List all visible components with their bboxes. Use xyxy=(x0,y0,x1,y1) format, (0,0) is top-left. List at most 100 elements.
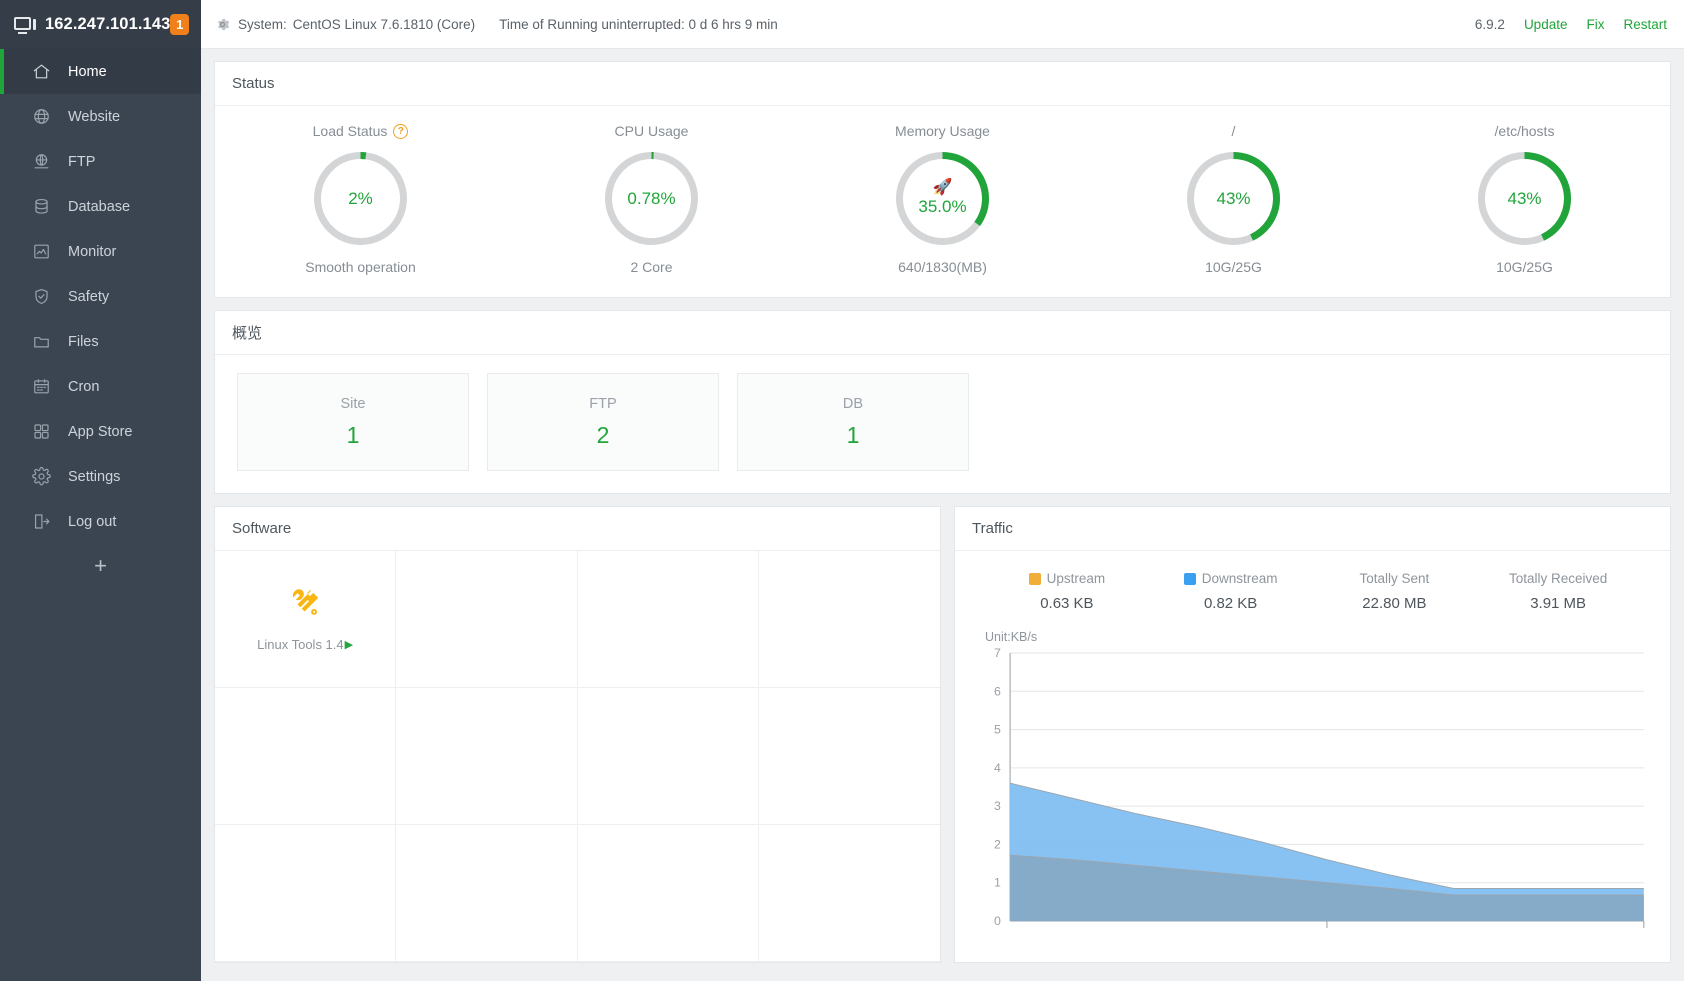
gear-icon xyxy=(31,467,52,487)
sidebar-item-label: Home xyxy=(68,64,107,80)
traffic-stat-value: 0.82 KB xyxy=(1204,595,1257,612)
sidebar-item-label: Cron xyxy=(68,379,99,395)
play-icon[interactable]: ▶ xyxy=(345,638,353,651)
gauge-subtitle: 2 Core xyxy=(630,259,672,275)
gauge--etc-hosts-4: /etc/hosts43%10G/25G xyxy=(1379,123,1670,275)
traffic-stats: Upstream 0.63 KB Downstream 0.82 KB Totally … xyxy=(955,551,1670,616)
svg-text:6: 6 xyxy=(994,684,1001,698)
traffic-stat-label-row: Downstream xyxy=(1184,571,1278,586)
status-gauges: Load Status?2%Smooth operationCPU Usage0… xyxy=(215,106,1670,297)
gauge-ring: 43% xyxy=(1184,149,1283,248)
sidebar-item-log-out[interactable]: Log out xyxy=(0,499,201,544)
traffic-area-chart[interactable]: 01234567 xyxy=(971,647,1650,947)
traffic-stat-label: Upstream xyxy=(1047,571,1106,586)
notification-badge[interactable]: 1 xyxy=(170,14,189,35)
status-title: Status xyxy=(215,62,1670,106)
traffic-stat-value: 3.91 MB xyxy=(1530,595,1586,612)
software-empty-cell xyxy=(759,551,940,688)
overview-label: FTP xyxy=(589,396,616,412)
sidebar-item-safety[interactable]: Safety xyxy=(0,274,201,319)
sidebar-item-settings[interactable]: Settings xyxy=(0,454,201,499)
legend-swatch xyxy=(1029,573,1041,585)
sidebar-item-label: Log out xyxy=(68,514,116,530)
system-label: System: xyxy=(238,17,287,32)
software-card: Software Linux Tools 1.4▶ xyxy=(214,506,941,963)
software-empty-cell xyxy=(578,551,759,688)
traffic-stat-label: Totally Sent xyxy=(1359,571,1429,586)
shield-icon xyxy=(31,287,52,307)
traffic-stat-value: 0.63 KB xyxy=(1040,595,1093,612)
version-number: 6.9.2 xyxy=(1475,17,1505,32)
fix-link[interactable]: Fix xyxy=(1586,17,1604,32)
software-item[interactable]: Linux Tools 1.4▶ xyxy=(215,551,396,688)
gauge-title-row: CPU Usage xyxy=(615,123,689,139)
restart-link[interactable]: Restart xyxy=(1623,17,1667,32)
sidebar-menu: Home Website FTP Database MonitorSafetyFiles… xyxy=(0,49,201,544)
gauge-value: 43% xyxy=(1216,189,1250,209)
traffic-chart-wrap: Unit:KB/s 01234567 xyxy=(955,616,1670,947)
gauge-cpu-usage-1: CPU Usage 0.78% 2 Core xyxy=(506,123,797,275)
sidebar-item-database[interactable]: Database xyxy=(0,184,201,229)
add-button[interactable]: + xyxy=(0,544,201,588)
update-link[interactable]: Update xyxy=(1524,17,1568,32)
sidebar-item-cron[interactable]: Cron xyxy=(0,364,201,409)
calendar-icon xyxy=(31,377,52,397)
gauge-memory-usage-2: Memory Usage🚀35.0%640/1830(MB) xyxy=(797,123,1088,275)
gauge-ring: 43% xyxy=(1475,149,1574,248)
gauge-value: 43% xyxy=(1507,189,1541,209)
sidebar-item-app-store[interactable]: App Store xyxy=(0,409,201,454)
traffic-stat-label-row: Upstream xyxy=(1029,571,1106,586)
gauge---3: /43%10G/25G xyxy=(1088,123,1379,275)
ftp-icon xyxy=(31,152,52,172)
gauge-ring: 0.78% xyxy=(602,149,701,248)
monitor-icon xyxy=(14,16,36,34)
tools-icon xyxy=(288,586,322,625)
sidebar-item-ftp[interactable]: FTP xyxy=(0,139,201,184)
chart-icon xyxy=(31,242,52,262)
status-card: Status Load Status?2%Smooth operationCPU… xyxy=(214,61,1671,298)
svg-text:5: 5 xyxy=(994,723,1001,737)
gauge-value: 0.78% xyxy=(627,189,675,209)
svg-text:0: 0 xyxy=(994,914,1001,928)
overview-count: 2 xyxy=(597,422,610,449)
gauge-subtitle: Smooth operation xyxy=(305,259,416,275)
legend-swatch xyxy=(1184,573,1196,585)
sidebar-item-label: App Store xyxy=(68,424,133,440)
gauge-subtitle: 10G/25G xyxy=(1205,259,1262,275)
content-scroll[interactable]: Status Load Status?2%Smooth operationCPU… xyxy=(201,49,1684,981)
overview-label: Site xyxy=(341,396,366,412)
overview-box-site[interactable]: Site 1 xyxy=(237,373,469,471)
sidebar-item-home[interactable]: Home xyxy=(0,49,201,94)
sidebar-item-files[interactable]: Files xyxy=(0,319,201,364)
gauge-title: /etc/hosts xyxy=(1495,123,1555,139)
traffic-stat-label: Totally Received xyxy=(1509,571,1607,586)
grid-icon xyxy=(31,422,52,442)
sidebar-item-label: FTP xyxy=(68,154,95,170)
gauge-subtitle: 640/1830(MB) xyxy=(898,259,987,275)
overview-box-db[interactable]: DB1 xyxy=(737,373,969,471)
folder-icon xyxy=(31,332,52,352)
overview-count: 1 xyxy=(347,422,360,449)
sidebar-item-label: Database xyxy=(68,199,130,215)
database-icon xyxy=(31,197,52,217)
svg-text:2: 2 xyxy=(994,838,1001,852)
help-icon[interactable]: ? xyxy=(393,124,408,139)
sidebar-header: 162.247.101.143 1 xyxy=(0,0,201,49)
svg-text:3: 3 xyxy=(994,799,1001,813)
logout-icon xyxy=(31,512,52,532)
traffic-stat-downstream: Downstream 0.82 KB xyxy=(1149,571,1313,612)
overview-title: 概览 xyxy=(215,311,1670,355)
svg-text:4: 4 xyxy=(994,761,1001,775)
traffic-stat-totally-sent: Totally Sent22.80 MB xyxy=(1313,571,1477,612)
traffic-stat-label: Downstream xyxy=(1202,571,1278,586)
topbar: System: CentOS Linux 7.6.1810 (Core) Tim… xyxy=(201,0,1684,49)
gear-icon xyxy=(215,17,230,32)
gauge-title: Load Status xyxy=(313,123,388,139)
sidebar-item-monitor[interactable]: Monitor xyxy=(0,229,201,274)
overview-box-ftp[interactable]: FTP 2 xyxy=(487,373,719,471)
overview-label: DB xyxy=(843,396,863,412)
svg-text:1: 1 xyxy=(994,876,1001,890)
software-empty-cell xyxy=(759,825,940,962)
traffic-stat-totally-received: Totally Received 3.91 MB xyxy=(1476,571,1640,612)
sidebar-item-website[interactable]: Website xyxy=(0,94,201,139)
